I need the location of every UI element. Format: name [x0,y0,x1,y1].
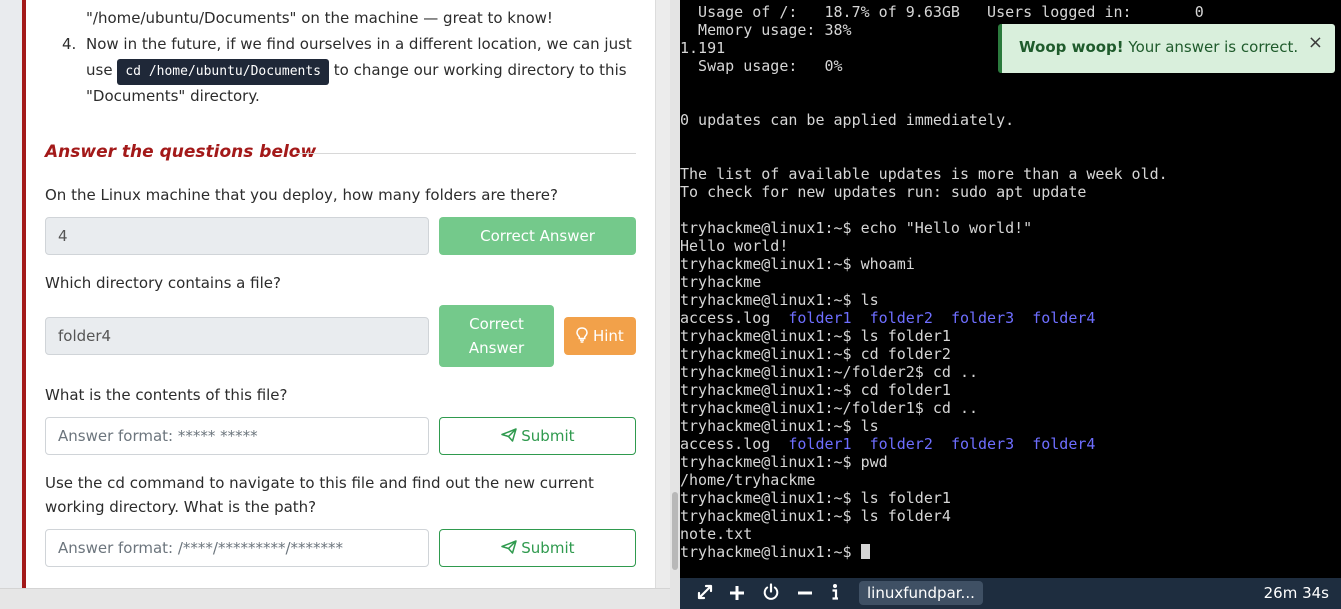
close-icon[interactable]: × [1308,32,1323,53]
terminal-line: The list of available updates is more th… [680,165,1168,183]
terminal-cursor [860,544,870,559]
question-1-answer-field[interactable]: 4 [45,217,429,255]
terminal-line: tryhackme@linux1:~/folder2$ cd .. [680,363,979,381]
ls-dir: folder4 [1032,309,1096,327]
paper-plane-icon [500,428,517,442]
terminal-line: 1.191 [680,39,726,57]
terminal-line: To check for new updates run: sudo apt u… [680,183,1087,201]
machine-taskbar: linuxfundpar... 26m 34s [680,578,1341,609]
terminal-line: tryhackme@linux1:~$ cd folder1 [680,381,951,399]
hint-button[interactable]: Hint [564,317,636,355]
ls-dir: folder2 [869,309,933,327]
question-4-answer-input[interactable]: Answer format: /****/*********/******* [45,529,429,567]
terminal-line: tryhackme@linux1:~$ ls folder4 [680,507,951,525]
left-page-edge [0,0,22,609]
left-scrollbar-thumb[interactable] [672,492,678,570]
ls-dir: folder3 [950,435,1015,453]
question-4-text: Use the cd command to navigate to this f… [45,474,594,516]
terminal-line: tryhackme@linux1:~$ ls [680,417,879,435]
session-timer: 26m 34s [1263,584,1329,602]
terminal-line: note.txt [680,525,753,543]
left-bottom-strip [0,588,670,609]
toast-bold: Woop woop! [1019,38,1124,56]
question-3-submit-label: Submit [521,427,575,445]
terminal-line: Swap usage: 0% [680,57,843,75]
machine-tab[interactable]: linuxfundpar... [859,581,983,605]
terminal-line: tryhackme@linux1:~$ cd folder2 [680,345,951,363]
paper-plane-icon [500,540,517,554]
code-snippet: cd /home/ubuntu/Documents [117,59,330,85]
ls-file: access.log [680,435,771,453]
step4-line1: Now in the future, if we find ourselves … [86,35,632,53]
question-4-submit-button[interactable]: Submit [439,529,636,567]
terminal-line: tryhackme@linux1:~$ ls [680,291,879,309]
terminal-line: tryhackme@linux1:~$ ls folder1 [680,489,951,507]
question-2-button-line2: Answer [468,339,525,357]
ls-dir: folder2 [869,435,933,453]
question-1-text: On the Linux machine that you deploy, ho… [45,186,558,204]
terminal-line: tryhackme@linux1:~$ ls folder1 [680,327,951,345]
ls-file: access.log [680,309,771,327]
terminal-ls-output: access.log folder1 folder2 folder3 folde… [680,309,1095,327]
step4-after-code: to change our working directory to this [333,61,627,79]
answer-section-title: Answer the questions below [45,142,317,162]
hint-button-label: Hint [592,327,624,345]
question-3-text: What is the contents of this file? [45,386,288,404]
terminal-line: Memory usage: 38% [680,21,852,39]
terminal-line: /home/tryhackme [680,471,816,489]
task-accent-bar [22,0,26,588]
lightbulb-icon [576,327,588,343]
power-icon[interactable] [760,582,782,604]
toast-body: Your answer is correct. [1123,38,1299,56]
terminal-prompt: tryhackme@linux1:~$ [680,543,861,561]
ls-dir: folder1 [788,309,852,327]
ls-dir: folder1 [788,435,852,453]
question-2-correct-answer-button[interactable]: Correct Answer [439,305,554,367]
terminal-window[interactable]: Usage of /: 18.7% of 9.63GB Users logged… [680,0,1341,578]
ls-dir: folder3 [950,309,1015,327]
success-toast: Woop woop! Your answer is correct. × [998,24,1335,73]
step4-use: use [86,61,113,79]
terminal-line: tryhackme@linux1:~$ pwd [680,453,888,471]
question-1-correct-answer-button[interactable]: Correct Answer [439,217,636,255]
terminal-line: tryhackme@linux1:~$ echo "Hello world!" [680,219,1033,237]
answer-section-divider [296,153,636,154]
question-2-button-line1: Correct [469,315,524,333]
minus-icon[interactable] [794,582,816,604]
terminal-line: tryhackme [680,273,762,291]
terminal-line: Hello world! [680,237,789,255]
terminal-line: Usage of /: 18.7% of 9.63GB Users logged… [680,3,1204,21]
step4-line3: "Documents" directory. [86,87,260,105]
step4-line2: use cd /home/ubuntu/Documents to change … [86,57,627,85]
terminal-line: tryhackme@linux1:~/folder1$ cd .. [680,399,979,417]
question-2-answer-field[interactable]: folder4 [45,317,429,355]
question-3-submit-button[interactable]: Submit [439,417,636,455]
question-4-submit-label: Submit [521,539,575,557]
terminal-prompt-line: tryhackme@linux1:~$ [680,543,870,561]
terminal-line: tryhackme@linux1:~$ whoami [680,255,915,273]
step4-number: 4. [62,35,77,53]
terminal-ls-output: access.log folder1 folder2 folder3 folde… [680,435,1095,453]
toast-message: Woop woop! Your answer is correct. [1019,38,1298,56]
question-2-text: Which directory contains a file? [45,274,281,292]
terminal-line: 0 updates can be applied immediately. [680,111,1015,129]
info-icon[interactable] [826,582,844,604]
fullscreen-icon[interactable] [694,582,716,604]
ls-dir: folder4 [1032,435,1096,453]
step3-tail: "/home/ubuntu/Documents" on the machine … [86,9,553,27]
plus-icon[interactable] [726,582,748,604]
question-3-answer-input[interactable]: Answer format: ***** ***** [45,417,429,455]
